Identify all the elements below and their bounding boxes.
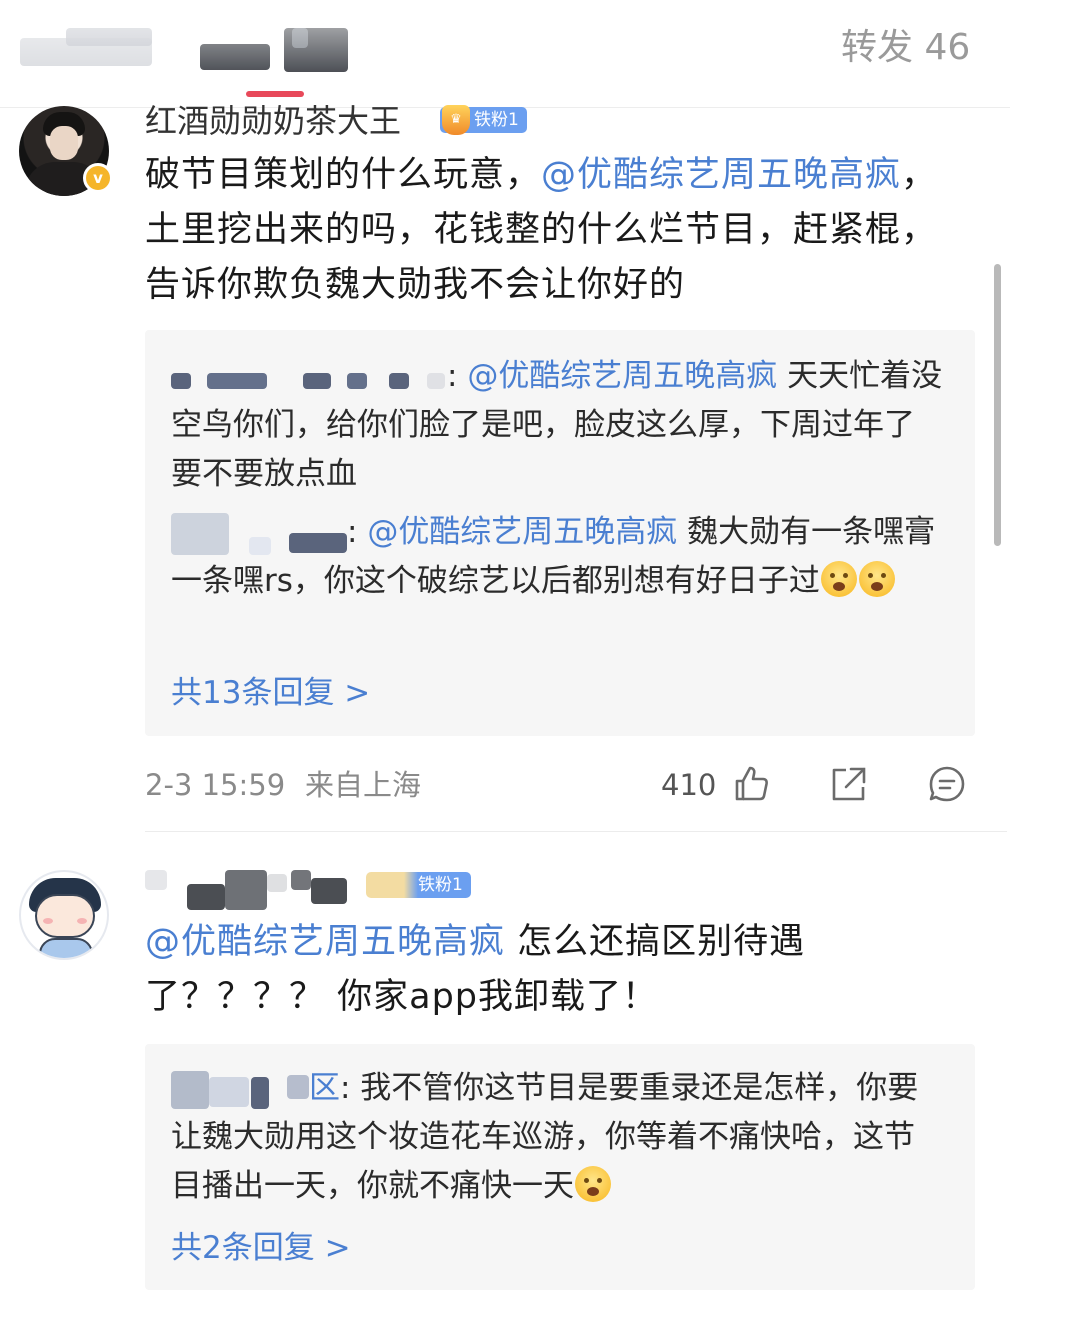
fearful-face-icon bbox=[858, 561, 895, 597]
reply-box[interactable]: : @优酷综艺周五晚高疯 天天忙着没空鸟你们，给你们脸了是吧，脸皮这么厚，下周过… bbox=[145, 330, 975, 736]
fan-badge-label: 铁粉1 bbox=[474, 110, 519, 130]
comment-text: 破节目策划的什么玩意，@优酷综艺周五晚高疯，土里挖出来的吗，花钱整的什么烂节目，… bbox=[145, 148, 965, 313]
avatar[interactable] bbox=[19, 870, 109, 960]
reply-item: 区: 我不管你这节目是要重录还是怎样，你要让魏大勋用这个妆造花车巡游，你等着不痛… bbox=[171, 1064, 931, 1211]
verified-icon: v bbox=[83, 163, 113, 193]
fan-badge[interactable]: ♛ 铁粉1 bbox=[440, 105, 527, 135]
reply-username-tail[interactable]: 区 bbox=[309, 1070, 340, 1106]
scrollbar[interactable] bbox=[994, 264, 1001, 546]
comment-location: 来自上海 bbox=[305, 768, 422, 802]
thumbs-up-icon[interactable] bbox=[731, 764, 771, 804]
more-replies-link[interactable]: 共13条回复 > bbox=[171, 673, 370, 713]
reply-username-blurred[interactable] bbox=[171, 1070, 309, 1109]
fearful-face-icon bbox=[820, 561, 857, 597]
comment-username-blurred[interactable] bbox=[145, 866, 350, 910]
fan-badge[interactable]: 铁粉1 bbox=[366, 872, 471, 898]
comment-text-part: 破节目策划的什么玩意， bbox=[145, 155, 542, 195]
mention-link[interactable]: @优酷综艺周五晚高疯 bbox=[467, 358, 777, 394]
reply-username-blurred[interactable] bbox=[171, 365, 447, 391]
mention-link[interactable]: @优酷综艺周五晚高疯 bbox=[367, 514, 677, 550]
tab-reposts[interactable]: 转发 46 bbox=[841, 24, 970, 72]
comment-bubble-icon[interactable] bbox=[927, 764, 967, 804]
like-count: 410 bbox=[661, 768, 717, 802]
reply-item: : @优酷综艺周五晚高疯 天天忙着没空鸟你们，给你们脸了是吧，脸皮这么厚，下周过… bbox=[171, 358, 943, 492]
mention-link[interactable]: @优酷综艺周五晚高疯 bbox=[541, 155, 901, 195]
comment-text: @优酷综艺周五晚高疯 怎么还搞区别待遇了？？？？ 你家app我卸载了！ bbox=[145, 915, 845, 1025]
share-icon[interactable] bbox=[829, 764, 869, 804]
reply-item: : @优酷综艺周五晚高疯 魏大勋有一条嘿膏一条嘿rs，你这个破综艺以后都别想有好… bbox=[171, 512, 936, 599]
tab-bar: 转发 46 bbox=[0, 0, 1010, 108]
fan-badge-label: 铁粉1 bbox=[418, 875, 463, 895]
active-tab-indicator bbox=[246, 91, 304, 97]
fearful-face-icon bbox=[575, 1166, 611, 1202]
tab-fade-overlay bbox=[0, 0, 360, 72]
comment-divider bbox=[145, 831, 1007, 832]
mention-link[interactable]: @优酷综艺周五晚高疯 bbox=[145, 922, 505, 962]
fan-crest-icon: ♛ bbox=[442, 105, 470, 135]
comment-time: 2-3 15:59 bbox=[145, 768, 286, 802]
more-replies-link[interactable]: 共2条回复 > bbox=[171, 1228, 351, 1268]
reply-username-blurred[interactable] bbox=[171, 512, 347, 555]
comment-username[interactable]: 红酒勋勋奶茶大王 bbox=[145, 101, 401, 141]
reply-box[interactable]: 区: 我不管你这节目是要重录还是怎样，你要让魏大勋用这个妆造花车巡游，你等着不痛… bbox=[145, 1044, 975, 1290]
